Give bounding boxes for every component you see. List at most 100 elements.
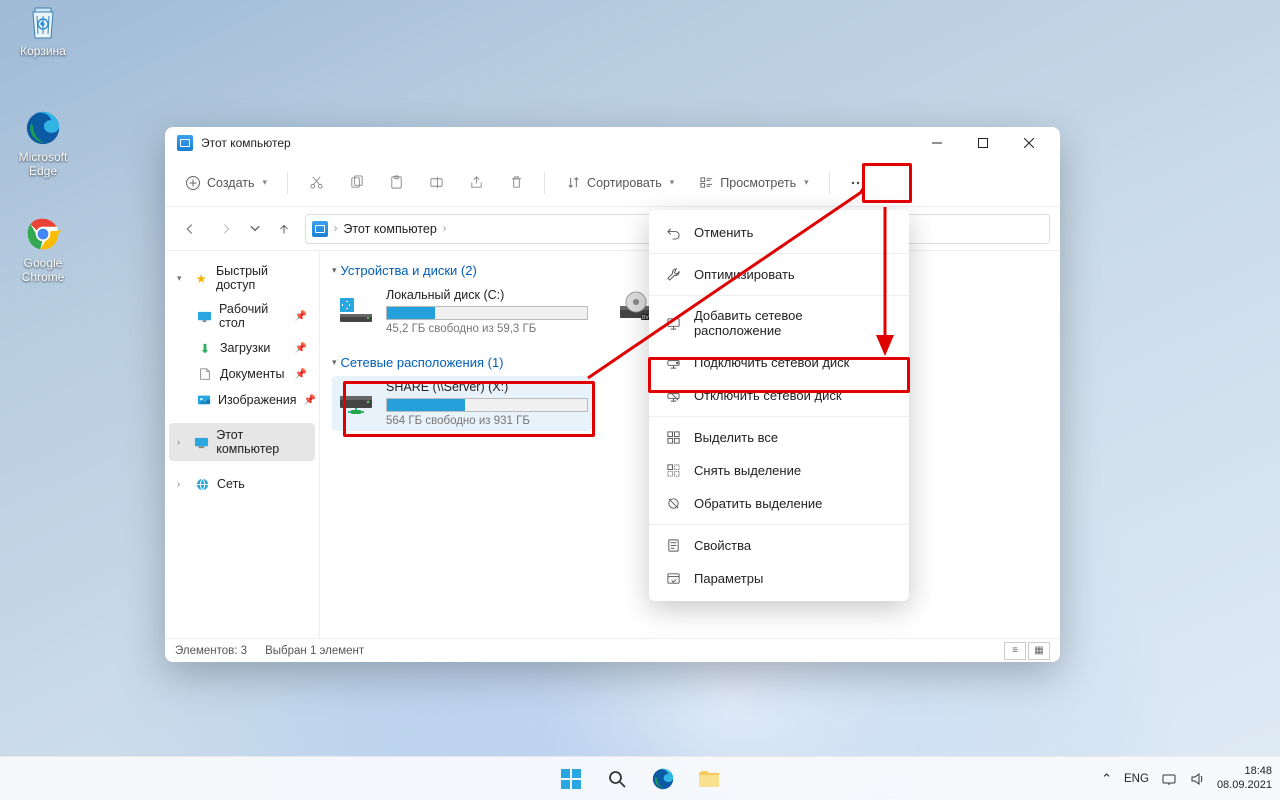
titlebar[interactable]: Этот компьютер	[165, 127, 1060, 159]
desktop-icon	[197, 308, 212, 324]
pin-icon: 📌	[295, 369, 307, 380]
rename-button[interactable]	[420, 169, 452, 197]
share-button[interactable]	[460, 169, 492, 197]
details-view-button[interactable]: ≡	[1004, 642, 1026, 660]
options-icon	[665, 570, 682, 587]
delete-button[interactable]	[500, 169, 532, 197]
this-pc-icon	[312, 221, 328, 237]
menu-optimize[interactable]: Оптимизировать	[649, 258, 909, 291]
network-icon	[665, 315, 682, 332]
this-pc-icon	[177, 135, 193, 151]
desktop-icon-label: Google Chrome	[6, 257, 80, 285]
copy-button[interactable]	[340, 169, 372, 197]
wrench-icon	[665, 266, 682, 283]
desktop-icon-chrome[interactable]: Google Chrome	[6, 214, 80, 285]
sidebar-downloads[interactable]: ⬇Загрузки📌	[169, 335, 315, 361]
more-button[interactable]	[842, 169, 874, 197]
paste-button[interactable]	[380, 169, 412, 197]
menu-select-all[interactable]: Выделить все	[649, 421, 909, 454]
sidebar-pictures[interactable]: Изображения📌	[169, 387, 315, 413]
drive-local-c[interactable]: Локальный диск (C:) 45,2 ГБ свободно из …	[332, 284, 592, 339]
taskbar-explorer[interactable]	[689, 759, 729, 799]
trash-icon	[508, 175, 524, 191]
sidebar-network[interactable]: ›Сеть	[169, 471, 315, 497]
this-pc-icon	[194, 434, 210, 450]
menu-unmap-drive[interactable]: Отключить сетевой диск	[649, 379, 909, 412]
navigation-bar: › Этот компьютер ›	[165, 207, 1060, 251]
pin-icon: 📌	[304, 395, 316, 406]
window-title: Этот компьютер	[201, 136, 291, 150]
map-drive-icon	[665, 354, 682, 371]
copy-icon	[348, 175, 364, 191]
more-icon	[850, 175, 866, 191]
sort-button[interactable]: Сортировать▾	[557, 169, 682, 197]
drive-free-space: 45,2 ГБ свободно из 59,3 ГБ	[386, 323, 588, 335]
tray-language[interactable]: ENG	[1124, 773, 1149, 785]
up-button[interactable]	[269, 214, 299, 244]
drive-usage-bar	[386, 398, 588, 412]
select-none-icon	[665, 462, 682, 479]
back-button[interactable]	[175, 214, 205, 244]
desktop-icon-edge[interactable]: Microsoft Edge	[6, 108, 80, 179]
cut-button[interactable]	[300, 169, 332, 197]
drive-network-share[interactable]: SHARE (\\Server) (X:) 564 ГБ свободно из…	[332, 376, 592, 431]
cut-icon	[308, 175, 324, 191]
tray-network-icon[interactable]	[1161, 771, 1177, 787]
paste-icon	[388, 175, 404, 191]
menu-undo[interactable]: Отменить	[649, 216, 909, 249]
recent-dropdown[interactable]	[247, 214, 263, 244]
edge-icon	[23, 108, 63, 148]
sidebar-this-pc[interactable]: ›Этот компьютер	[169, 423, 315, 461]
sidebar-desktop[interactable]: Рабочий стол📌	[169, 297, 315, 335]
explorer-window: Этот компьютер Создать▾ Сортировать▾ Про…	[165, 127, 1060, 662]
taskbar[interactable]: ⌃ ENG 18:48 08.09.2021	[0, 756, 1280, 800]
more-menu: Отменить Оптимизировать Добавить сетевое…	[649, 210, 909, 601]
drive-name: SHARE (\\Server) (X:)	[386, 380, 588, 394]
start-button[interactable]	[551, 759, 591, 799]
status-item-count: Элементов: 3	[175, 645, 247, 657]
desktop-icon-recycle-bin[interactable]: Корзина	[6, 2, 80, 59]
local-disk-icon	[336, 288, 376, 328]
forward-button[interactable]	[211, 214, 241, 244]
search-button[interactable]	[597, 759, 637, 799]
picture-icon	[197, 392, 211, 408]
star-icon: ★	[194, 270, 209, 286]
tray-overflow[interactable]: ⌃	[1101, 771, 1112, 787]
menu-map-drive[interactable]: Подключить сетевой диск	[649, 346, 909, 379]
sort-icon	[565, 175, 581, 191]
new-button[interactable]: Создать▾	[177, 169, 275, 197]
chrome-icon	[23, 214, 63, 254]
sidebar-quick-access[interactable]: ▾★Быстрый доступ	[169, 259, 315, 297]
menu-properties[interactable]: Свойства	[649, 529, 909, 562]
unmap-drive-icon	[665, 387, 682, 404]
tray-volume-icon[interactable]	[1189, 771, 1205, 787]
close-button[interactable]	[1006, 127, 1052, 159]
drive-name: Локальный диск (C:)	[386, 288, 588, 302]
tray-clock[interactable]: 18:48 08.09.2021	[1217, 765, 1272, 791]
large-icons-view-button[interactable]: ▦	[1028, 642, 1050, 660]
sidebar-documents[interactable]: Документы📌	[169, 361, 315, 387]
download-icon: ⬇	[197, 340, 213, 356]
undo-icon	[665, 224, 682, 241]
menu-invert-selection[interactable]: Обратить выделение	[649, 487, 909, 520]
view-button[interactable]: Просмотреть▾	[690, 169, 816, 197]
properties-icon	[665, 537, 682, 554]
taskbar-edge[interactable]	[643, 759, 683, 799]
command-bar: Создать▾ Сортировать▾ Просмотреть▾	[165, 159, 1060, 207]
menu-add-net-location[interactable]: Добавить сетевое расположение	[649, 300, 909, 346]
select-all-icon	[665, 429, 682, 446]
network-drive-icon	[336, 380, 376, 420]
plus-circle-icon	[185, 175, 201, 191]
document-icon	[197, 366, 213, 382]
maximize-button[interactable]	[960, 127, 1006, 159]
menu-options[interactable]: Параметры	[649, 562, 909, 595]
pin-icon: 📌	[295, 343, 307, 354]
pin-icon: 📌	[295, 311, 307, 322]
view-icon	[698, 175, 714, 191]
menu-select-none[interactable]: Снять выделение	[649, 454, 909, 487]
navigation-pane: ▾★Быстрый доступ Рабочий стол📌 ⬇Загрузки…	[165, 251, 320, 638]
breadcrumb-segment[interactable]: Этот компьютер	[343, 222, 436, 236]
network-icon	[194, 476, 210, 492]
minimize-button[interactable]	[914, 127, 960, 159]
recycle-bin-icon	[23, 2, 63, 42]
